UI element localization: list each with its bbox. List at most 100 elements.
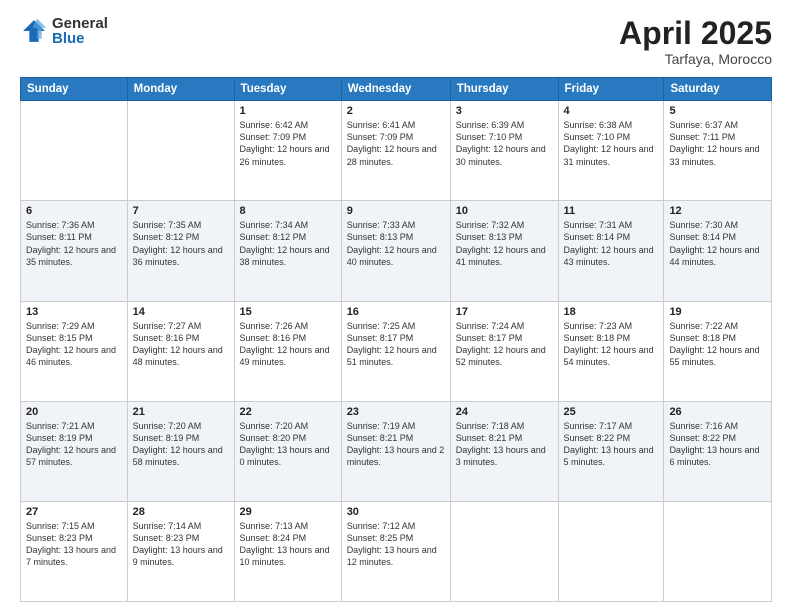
logo-blue-text: Blue — [52, 31, 108, 46]
calendar-cell-w5-d2: 28 Sunrise: 7:14 AM Sunset: 8:23 PM Dayli… — [127, 501, 234, 601]
day-number: 7 — [133, 205, 229, 217]
day-info: Sunrise: 7:20 AM Sunset: 8:20 PM Dayligh… — [240, 420, 336, 469]
day-number: 1 — [240, 105, 336, 117]
day-number: 22 — [240, 406, 336, 418]
header-wednesday: Wednesday — [341, 78, 450, 101]
day-info: Sunrise: 7:29 AM Sunset: 8:15 PM Dayligh… — [26, 320, 122, 369]
day-number: 6 — [26, 205, 122, 217]
day-info: Sunrise: 6:39 AM Sunset: 7:10 PM Dayligh… — [456, 119, 553, 168]
header-thursday: Thursday — [450, 78, 558, 101]
day-number: 21 — [133, 406, 229, 418]
calendar-cell-w4-d7: 26 Sunrise: 7:16 AM Sunset: 8:22 PM Dayli… — [664, 401, 772, 501]
day-number: 17 — [456, 306, 553, 318]
day-info: Sunrise: 7:32 AM Sunset: 8:13 PM Dayligh… — [456, 219, 553, 268]
day-info: Sunrise: 7:17 AM Sunset: 8:22 PM Dayligh… — [564, 420, 659, 469]
day-number: 8 — [240, 205, 336, 217]
calendar-week-2: 6Sunrise: 7:36 AM Sunset: 8:11 PM Daylig… — [21, 201, 772, 301]
day-number: 27 — [26, 506, 122, 518]
calendar-cell-w1-d4: 2 Sunrise: 6:41 AM Sunset: 7:09 PM Daylig… — [341, 101, 450, 201]
calendar-week-5: 27Sunrise: 7:15 AM Sunset: 8:23 PM Dayli… — [21, 501, 772, 601]
calendar-title: April 2025 — [619, 16, 772, 51]
calendar-cell-w2-d4: 9 Sunrise: 7:33 AM Sunset: 8:13 PM Daylig… — [341, 201, 450, 301]
day-info: Sunrise: 7:26 AM Sunset: 8:16 PM Dayligh… — [240, 320, 336, 369]
calendar-cell-w5-d7 — [664, 501, 772, 601]
day-number: 14 — [133, 306, 229, 318]
day-info: Sunrise: 7:14 AM Sunset: 8:23 PM Dayligh… — [133, 520, 229, 569]
day-info: Sunrise: 7:22 AM Sunset: 8:18 PM Dayligh… — [669, 320, 766, 369]
calendar-cell-w3-d1: 13Sunrise: 7:29 AM Sunset: 8:15 PM Dayli… — [21, 301, 128, 401]
logo-text: General Blue — [52, 16, 108, 46]
calendar-cell-w5-d5 — [450, 501, 558, 601]
calendar-cell-w3-d4: 16Sunrise: 7:25 AM Sunset: 8:17 PM Dayli… — [341, 301, 450, 401]
day-info: Sunrise: 7:35 AM Sunset: 8:12 PM Dayligh… — [133, 219, 229, 268]
day-number: 28 — [133, 506, 229, 518]
day-number: 4 — [564, 105, 659, 117]
header-tuesday: Tuesday — [234, 78, 341, 101]
calendar-cell-w4-d2: 21 Sunrise: 7:20 AM Sunset: 8:19 PM Dayli… — [127, 401, 234, 501]
title-block: April 2025 Tarfaya, Morocco — [619, 16, 772, 67]
day-number: 29 — [240, 506, 336, 518]
header: General Blue April 2025 Tarfaya, Morocco — [20, 16, 772, 67]
page: General Blue April 2025 Tarfaya, Morocco… — [0, 0, 792, 612]
day-info: Sunrise: 6:41 AM Sunset: 7:09 PM Dayligh… — [347, 119, 445, 168]
calendar-cell-w1-d7: 5 Sunrise: 6:37 AM Sunset: 7:11 PM Daylig… — [664, 101, 772, 201]
calendar-week-3: 13Sunrise: 7:29 AM Sunset: 8:15 PM Dayli… — [21, 301, 772, 401]
calendar-cell-w2-d1: 6Sunrise: 7:36 AM Sunset: 8:11 PM Daylig… — [21, 201, 128, 301]
calendar-week-4: 20 Sunrise: 7:21 AM Sunset: 8:19 PM Dayli… — [21, 401, 772, 501]
day-info: Sunrise: 7:12 AM Sunset: 8:25 PM Dayligh… — [347, 520, 445, 569]
day-info: Sunrise: 7:13 AM Sunset: 8:24 PM Dayligh… — [240, 520, 336, 569]
logo: General Blue — [20, 16, 108, 46]
calendar-header-row: Sunday Monday Tuesday Wednesday Thursday… — [21, 78, 772, 101]
header-sunday: Sunday — [21, 78, 128, 101]
calendar-cell-w2-d7: 12Sunrise: 7:30 AM Sunset: 8:14 PM Dayli… — [664, 201, 772, 301]
calendar-cell-w2-d2: 7 Sunrise: 7:35 AM Sunset: 8:12 PM Daylig… — [127, 201, 234, 301]
day-info: Sunrise: 7:16 AM Sunset: 8:22 PM Dayligh… — [669, 420, 766, 469]
calendar-cell-w3-d5: 17Sunrise: 7:24 AM Sunset: 8:17 PM Dayli… — [450, 301, 558, 401]
day-info: Sunrise: 7:25 AM Sunset: 8:17 PM Dayligh… — [347, 320, 445, 369]
calendar-cell-w4-d3: 22 Sunrise: 7:20 AM Sunset: 8:20 PM Dayli… — [234, 401, 341, 501]
day-number: 2 — [347, 105, 445, 117]
calendar-cell-w1-d6: 4 Sunrise: 6:38 AM Sunset: 7:10 PM Daylig… — [558, 101, 664, 201]
calendar-cell-w5-d4: 30 Sunrise: 7:12 AM Sunset: 8:25 PM Dayli… — [341, 501, 450, 601]
calendar-table: Sunday Monday Tuesday Wednesday Thursday… — [20, 77, 772, 602]
day-number: 24 — [456, 406, 553, 418]
header-friday: Friday — [558, 78, 664, 101]
logo-general-text: General — [52, 16, 108, 31]
day-number: 20 — [26, 406, 122, 418]
day-info: Sunrise: 7:31 AM Sunset: 8:14 PM Dayligh… — [564, 219, 659, 268]
day-info: Sunrise: 6:38 AM Sunset: 7:10 PM Dayligh… — [564, 119, 659, 168]
day-info: Sunrise: 7:33 AM Sunset: 8:13 PM Dayligh… — [347, 219, 445, 268]
day-number: 30 — [347, 506, 445, 518]
logo-icon — [20, 17, 48, 45]
day-number: 3 — [456, 105, 553, 117]
day-number: 18 — [564, 306, 659, 318]
calendar-cell-w3-d6: 18Sunrise: 7:23 AM Sunset: 8:18 PM Dayli… — [558, 301, 664, 401]
calendar-cell-w2-d6: 11Sunrise: 7:31 AM Sunset: 8:14 PM Dayli… — [558, 201, 664, 301]
calendar-cell-w1-d5: 3 Sunrise: 6:39 AM Sunset: 7:10 PM Daylig… — [450, 101, 558, 201]
calendar-location: Tarfaya, Morocco — [619, 51, 772, 67]
day-info: Sunrise: 7:21 AM Sunset: 8:19 PM Dayligh… — [26, 420, 122, 469]
day-number: 9 — [347, 205, 445, 217]
calendar-cell-w1-d2 — [127, 101, 234, 201]
day-info: Sunrise: 6:42 AM Sunset: 7:09 PM Dayligh… — [240, 119, 336, 168]
day-number: 12 — [669, 205, 766, 217]
calendar-cell-w4-d4: 23Sunrise: 7:19 AM Sunset: 8:21 PM Dayli… — [341, 401, 450, 501]
day-info: Sunrise: 7:34 AM Sunset: 8:12 PM Dayligh… — [240, 219, 336, 268]
calendar-cell-w1-d1 — [21, 101, 128, 201]
day-number: 23 — [347, 406, 445, 418]
day-info: Sunrise: 7:18 AM Sunset: 8:21 PM Dayligh… — [456, 420, 553, 469]
header-saturday: Saturday — [664, 78, 772, 101]
day-number: 5 — [669, 105, 766, 117]
calendar-cell-w4-d6: 25Sunrise: 7:17 AM Sunset: 8:22 PM Dayli… — [558, 401, 664, 501]
day-number: 15 — [240, 306, 336, 318]
calendar-cell-w3-d2: 14 Sunrise: 7:27 AM Sunset: 8:16 PM Dayli… — [127, 301, 234, 401]
calendar-cell-w5-d6 — [558, 501, 664, 601]
header-monday: Monday — [127, 78, 234, 101]
calendar-cell-w4-d5: 24 Sunrise: 7:18 AM Sunset: 8:21 PM Dayli… — [450, 401, 558, 501]
day-info: Sunrise: 7:20 AM Sunset: 8:19 PM Dayligh… — [133, 420, 229, 469]
day-info: Sunrise: 6:37 AM Sunset: 7:11 PM Dayligh… — [669, 119, 766, 168]
calendar-cell-w3-d3: 15 Sunrise: 7:26 AM Sunset: 8:16 PM Dayli… — [234, 301, 341, 401]
day-info: Sunrise: 7:27 AM Sunset: 8:16 PM Dayligh… — [133, 320, 229, 369]
day-number: 26 — [669, 406, 766, 418]
calendar-cell-w4-d1: 20 Sunrise: 7:21 AM Sunset: 8:19 PM Dayli… — [21, 401, 128, 501]
